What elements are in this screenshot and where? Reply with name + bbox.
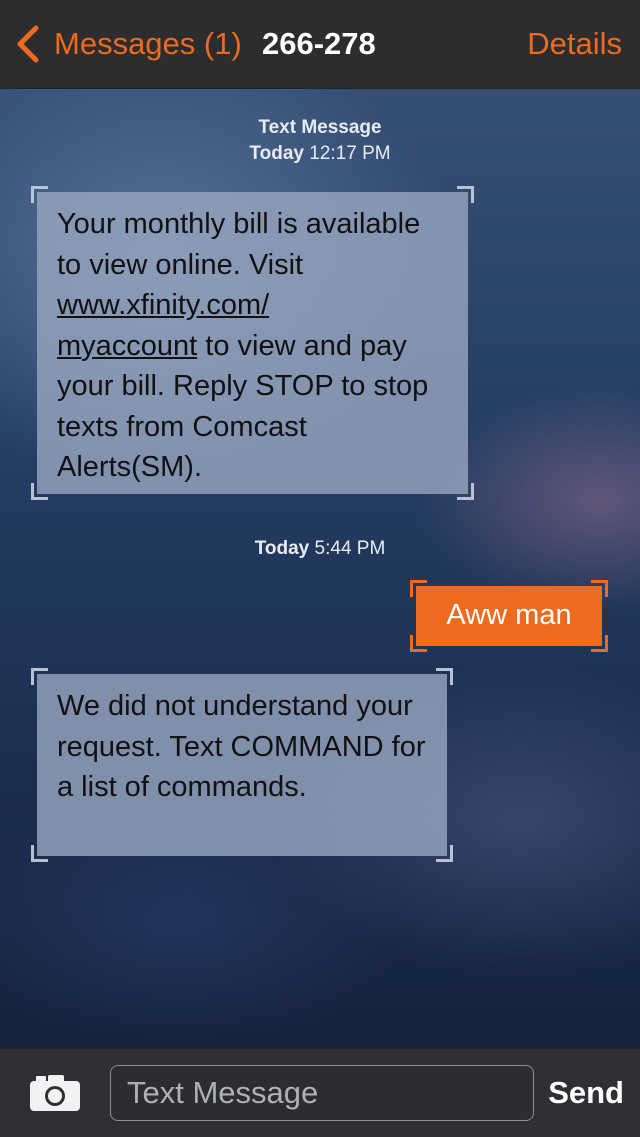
timestamp-day: Today — [249, 143, 304, 164]
chevron-left-icon — [17, 25, 39, 63]
timestamp: Today 5:44 PM — [0, 536, 640, 562]
account-link[interactable]: www.xfinity.com/ — [57, 289, 269, 321]
conversation-title: 266-278 — [262, 26, 376, 61]
message-text: Aww man — [446, 599, 572, 631]
thread-header: Text Message Today 12:17 PM — [0, 115, 640, 167]
message-input[interactable]: Text Message — [110, 1065, 534, 1121]
message-text: Your monthly bill is available to view o… — [57, 208, 421, 281]
camera-icon[interactable] — [28, 1073, 82, 1113]
composer-bar: Text Message Send — [0, 1048, 640, 1137]
account-link-continued[interactable]: myaccount — [57, 330, 197, 362]
timestamp-day: Today — [254, 538, 310, 559]
details-button[interactable]: Details — [527, 22, 622, 66]
send-button[interactable]: Send — [548, 1065, 624, 1121]
timestamp-time: 5:44 PM — [314, 538, 386, 559]
timestamp-time: 12:17 PM — [309, 143, 391, 164]
nav-bar: Messages (1) 266-278 Details — [0, 0, 640, 89]
outgoing-message[interactable]: Aww man — [410, 580, 608, 652]
incoming-message[interactable]: We did not understand your request. Text… — [31, 668, 453, 862]
back-label: Messages (1) — [54, 26, 242, 61]
back-button[interactable]: Messages (1) — [14, 22, 242, 66]
message-text: We did not understand your request. Text… — [57, 690, 426, 803]
incoming-message[interactable]: Your monthly bill is available to view o… — [31, 186, 474, 500]
message-type-label: Text Message — [258, 117, 382, 138]
